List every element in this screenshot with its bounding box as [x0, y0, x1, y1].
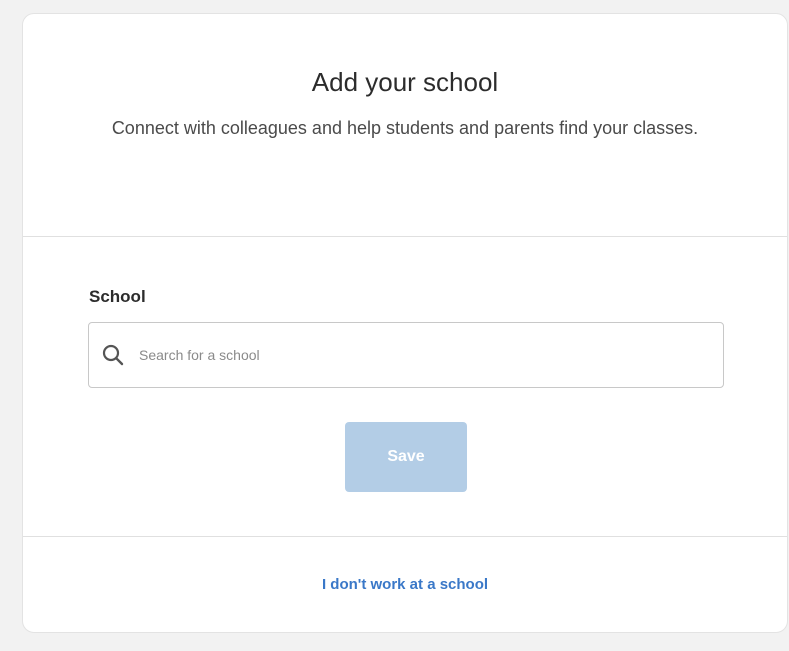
card-footer: I don't work at a school [23, 537, 787, 632]
card-header: Add your school Connect with colleagues … [23, 14, 787, 237]
search-icon [99, 341, 127, 369]
school-field-label: School [89, 287, 146, 306]
school-form: School Save [23, 237, 787, 537]
page-title: Add your school [311, 67, 499, 97]
school-search-input[interactable] [137, 334, 723, 376]
add-school-card: Add your school Connect with colleagues … [22, 13, 788, 633]
save-button[interactable]: Save [345, 422, 467, 492]
page-subtitle: Connect with colleagues and help student… [111, 118, 699, 138]
not-at-school-link[interactable]: I don't work at a school [322, 576, 488, 593]
school-search-box[interactable] [88, 322, 724, 388]
